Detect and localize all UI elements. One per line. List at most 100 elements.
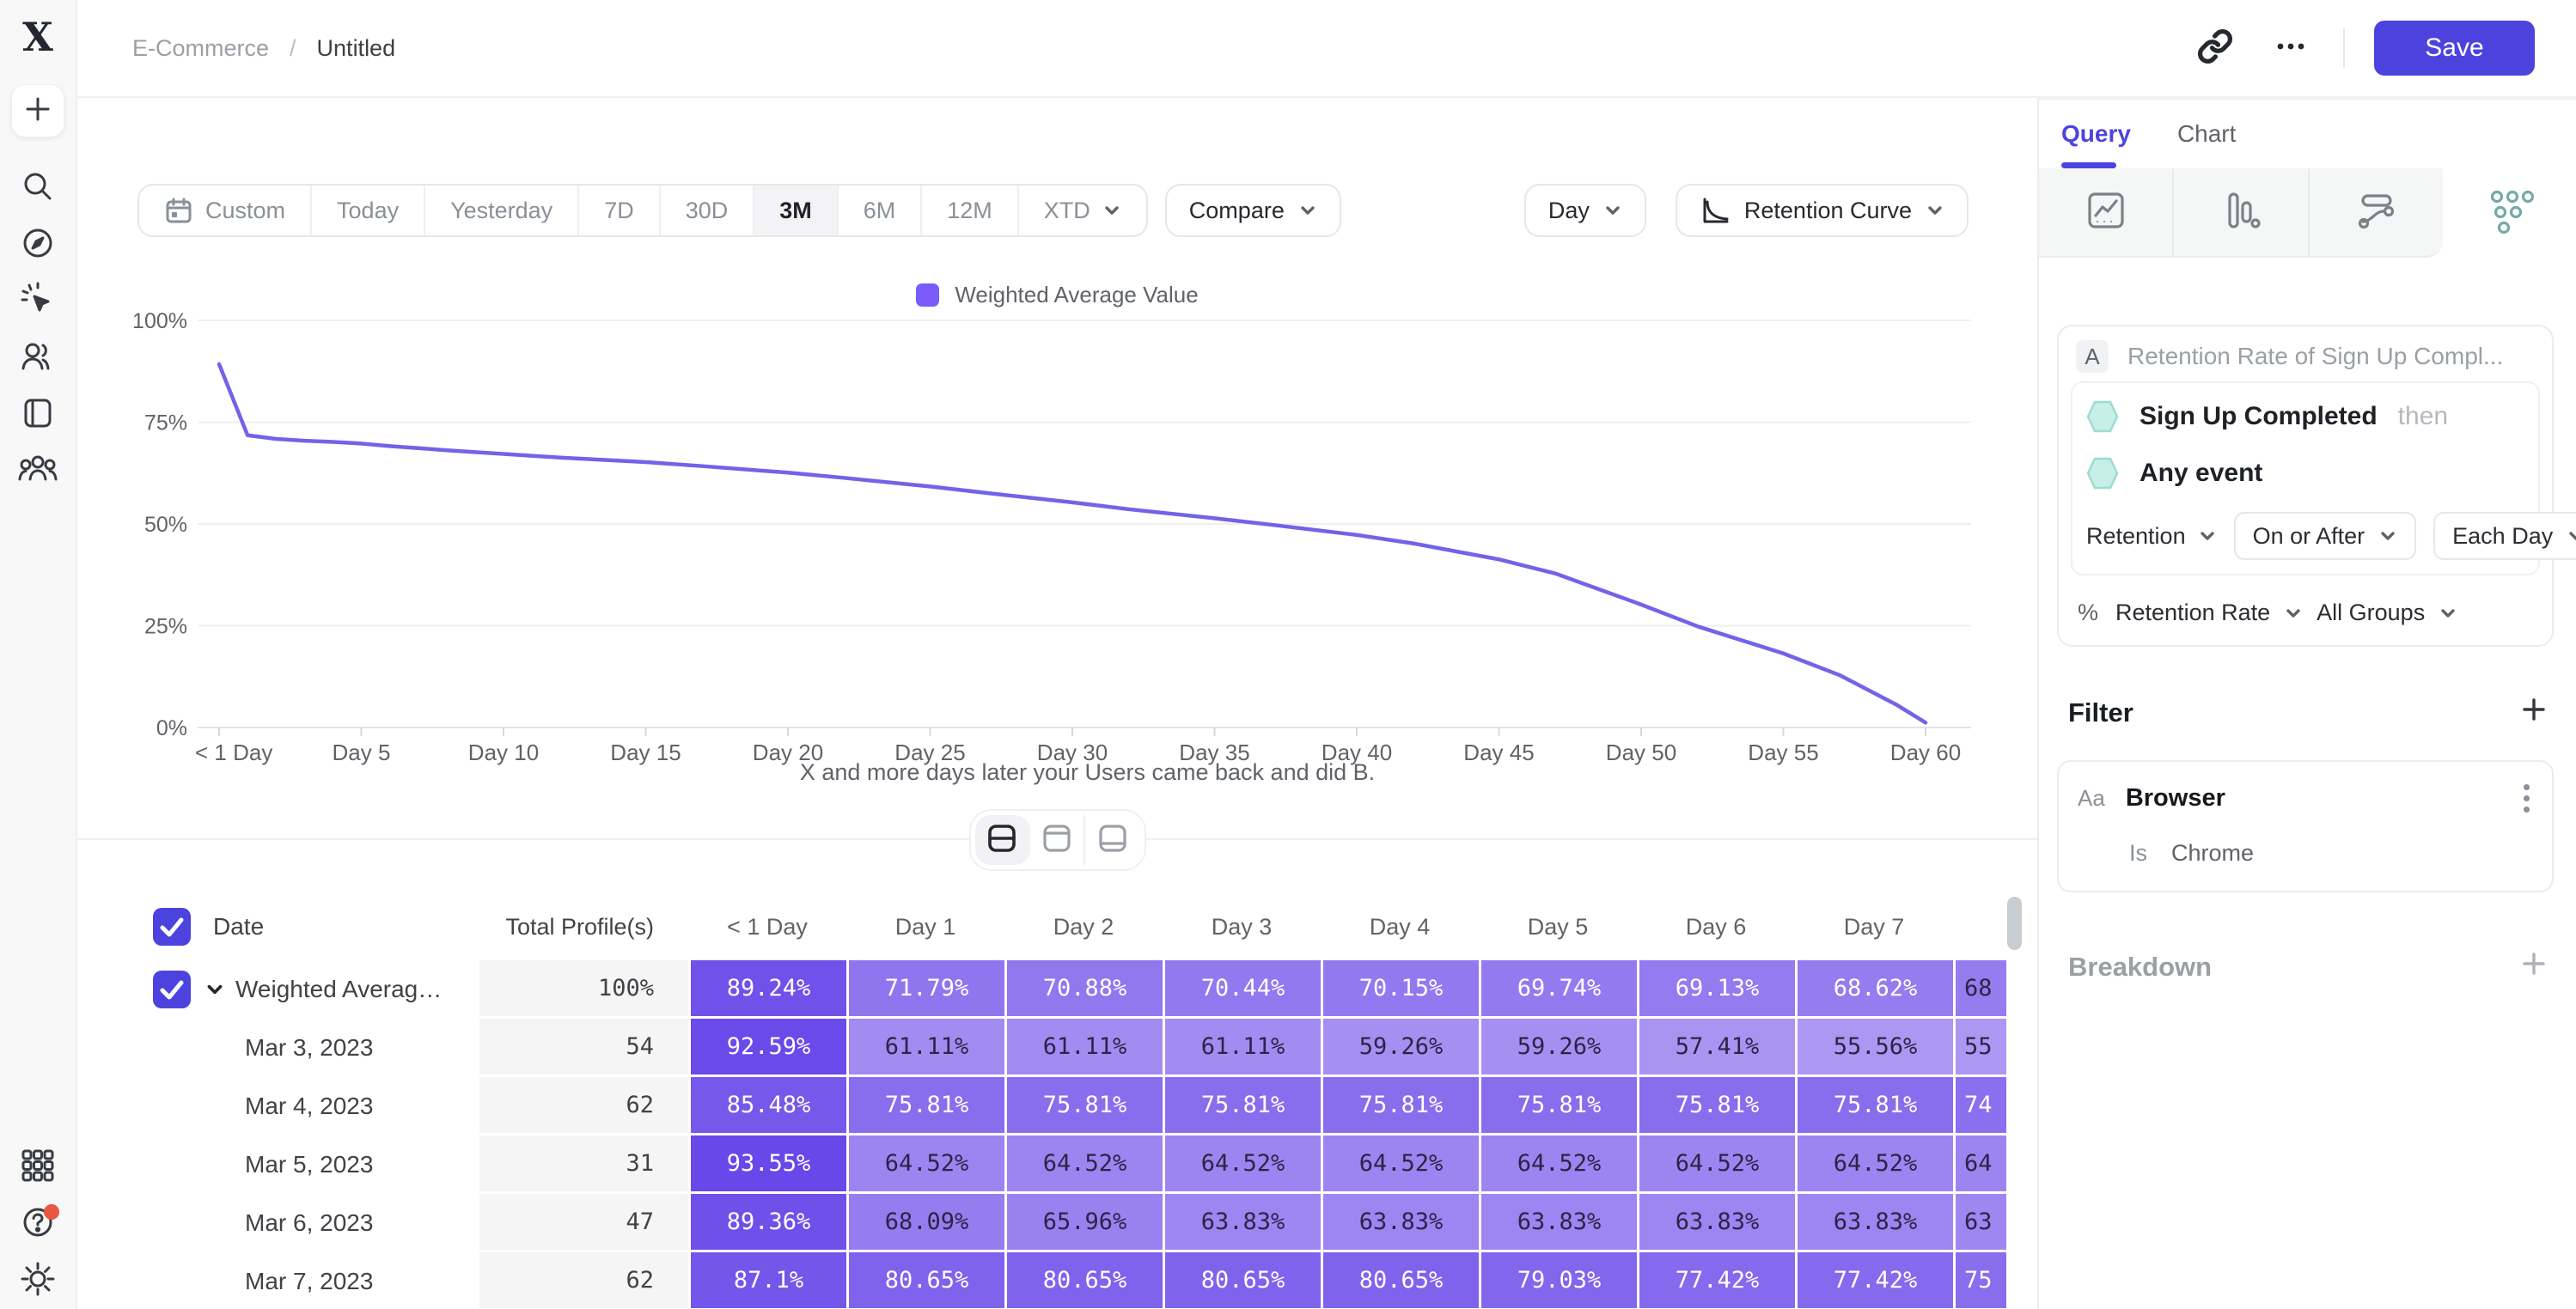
retention-cell: 75.81%: [1795, 1077, 1953, 1135]
retention-mode-dropdown[interactable]: Retention: [2086, 523, 2217, 550]
add-breakdown-button[interactable]: [2519, 949, 2549, 985]
row-date: Mar 3, 2023: [245, 1034, 373, 1062]
table-scrollbar[interactable]: [2007, 897, 2022, 950]
row-date: Mar 6, 2023: [245, 1209, 373, 1237]
top-bar: E-Commerce / Untitled Save: [77, 0, 2576, 98]
each-day-dropdown[interactable]: Each Day: [2433, 512, 2576, 560]
tab-query[interactable]: Query: [2061, 100, 2131, 168]
string-type-icon: Aa: [2078, 785, 2105, 812]
filter-value: Chrome: [2171, 840, 2254, 867]
breakdown-heading: Breakdown: [2068, 952, 2212, 983]
query-steps-card: Sign Up Completed then Any event Retenti…: [2071, 381, 2540, 575]
table-row: Mar 4, 20236285.48%75.81%75.81%75.81%75.…: [77, 1077, 2006, 1135]
percent-icon: %: [2078, 600, 2098, 626]
query-title: Retention Rate of Sign Up Compl...: [2127, 343, 2535, 370]
query-card: A Retention Rate of Sign Up Compl... Sig…: [2057, 325, 2554, 647]
results-table: DateTotal Profile(s)< 1 DayDay 1Day 2Day…: [77, 893, 2006, 1309]
retention-cell: 63.83%: [1637, 1194, 1795, 1252]
split-view-icon: [986, 822, 1018, 859]
report-type-insights[interactable]: [2039, 168, 2174, 258]
toggle-split-view[interactable]: [975, 815, 1030, 865]
breadcrumb-separator: /: [290, 35, 296, 62]
y-tick-label: 100%: [132, 309, 187, 333]
query-step-return-event[interactable]: Any event: [2086, 445, 2524, 502]
row-date: Mar 7, 2023: [245, 1268, 373, 1295]
sidebar-item-help[interactable]: [9, 1196, 66, 1252]
add-filter-button[interactable]: [2519, 695, 2549, 731]
breadcrumb-report-title[interactable]: Untitled: [317, 35, 396, 62]
sidebar-item-settings[interactable]: [9, 1252, 66, 1309]
retention-cell-clipped: 63: [1953, 1194, 2006, 1252]
total-profiles-cell: 62: [479, 1252, 688, 1309]
flow-icon: [2353, 187, 2399, 238]
share-link-button[interactable]: [2192, 25, 2238, 71]
measure-row: % Retention Rate All Groups: [2059, 586, 2552, 642]
table-header-row: DateTotal Profile(s)< 1 DayDay 1Day 2Day…: [77, 893, 2006, 960]
toggle-table-only-view[interactable]: [1085, 815, 1140, 865]
filter-heading: Filter: [2068, 697, 2133, 728]
kebab-menu-icon[interactable]: [2520, 781, 2533, 816]
topbar-actions: Save: [2192, 21, 2576, 76]
filter-card[interactable]: Aa Browser Is Chrome: [2057, 760, 2554, 892]
chevron-down-icon: [2567, 527, 2576, 545]
create-new-button[interactable]: [11, 84, 64, 137]
notebook-icon: [21, 396, 55, 435]
chart-only-view-icon: [1041, 822, 1073, 859]
retention-cell: 85.48%: [688, 1077, 846, 1135]
toggle-chart-only-view[interactable]: [1030, 815, 1085, 865]
retention-chart: 100%75%50%25%0%< 1 DayDay 5Day 10Day 15D…: [77, 0, 2037, 825]
retention-cell: 59.26%: [1321, 1019, 1479, 1077]
row-label: Weighted Average ...: [235, 976, 452, 1003]
report-type-flows[interactable]: [2310, 168, 2443, 258]
sidebar-item-apps[interactable]: [9, 1139, 66, 1196]
query-letter-badge: A: [2076, 340, 2109, 373]
retention-cell: 80.65%: [1163, 1252, 1321, 1309]
tab-chart[interactable]: Chart: [2177, 100, 2236, 168]
sidebar-item-search[interactable]: [9, 160, 66, 216]
column-header-day: Day 4: [1321, 914, 1479, 941]
column-header-date: Date: [213, 913, 264, 941]
report-type-retention-selected[interactable]: [2443, 168, 2576, 258]
retention-cell: 75.81%: [1479, 1077, 1637, 1135]
retention-cell: 61.11%: [1163, 1019, 1321, 1077]
groups-dropdown[interactable]: All Groups: [2317, 600, 2425, 626]
sidebar-item-events[interactable]: [9, 273, 66, 330]
report-type-funnels[interactable]: [2174, 168, 2309, 258]
row-checkbox[interactable]: [153, 908, 191, 946]
measure-dropdown[interactable]: Retention Rate: [2115, 600, 2270, 626]
sidebar-item-reports[interactable]: [9, 387, 66, 443]
retention-cell: 55.56%: [1795, 1019, 1953, 1077]
retention-cell: 63.83%: [1795, 1194, 1953, 1252]
retention-cell: 61.11%: [1004, 1019, 1163, 1077]
retention-controls: Retention On or After Each Day: [2086, 512, 2524, 560]
retention-cell: 68.62%: [1795, 960, 1953, 1019]
retention-cell: 89.36%: [688, 1194, 846, 1252]
app-logo: X: [22, 17, 53, 57]
retention-cell: 64.52%: [1479, 1135, 1637, 1194]
on-or-after-dropdown[interactable]: On or After: [2234, 512, 2417, 560]
save-button[interactable]: Save: [2374, 21, 2535, 76]
retention-cell: 63.83%: [1321, 1194, 1479, 1252]
event-hexagon-icon: [2086, 399, 2119, 434]
sidebar-item-cohorts[interactable]: [9, 443, 66, 500]
chevron-down-icon: [2198, 527, 2217, 545]
more-options-button[interactable]: [2268, 25, 2314, 71]
sidebar-item-discover[interactable]: [9, 216, 66, 273]
row-checkbox[interactable]: [153, 971, 191, 1008]
row-date: Mar 5, 2023: [245, 1151, 373, 1178]
sidebar-item-users[interactable]: [9, 330, 66, 387]
line-chart-icon: [2083, 187, 2129, 238]
y-tick-label: 0%: [156, 716, 187, 740]
chevron-down-icon[interactable]: [204, 979, 225, 1000]
cohort-icon: [18, 450, 58, 494]
retention-cell: 75.81%: [1321, 1077, 1479, 1135]
retention-mode-value: Retention: [2086, 523, 2186, 550]
column-header-day: Day 7: [1795, 914, 1953, 941]
gear-icon: [19, 1260, 57, 1302]
query-card-header[interactable]: A Retention Rate of Sign Up Compl...: [2059, 326, 2552, 380]
breadcrumb-workspace[interactable]: E-Commerce: [132, 35, 269, 62]
retention-cell: 89.24%: [688, 960, 846, 1019]
users-icon: [19, 338, 57, 380]
query-step-first-event[interactable]: Sign Up Completed then: [2086, 388, 2524, 445]
retention-cell: 87.1%: [688, 1252, 846, 1309]
